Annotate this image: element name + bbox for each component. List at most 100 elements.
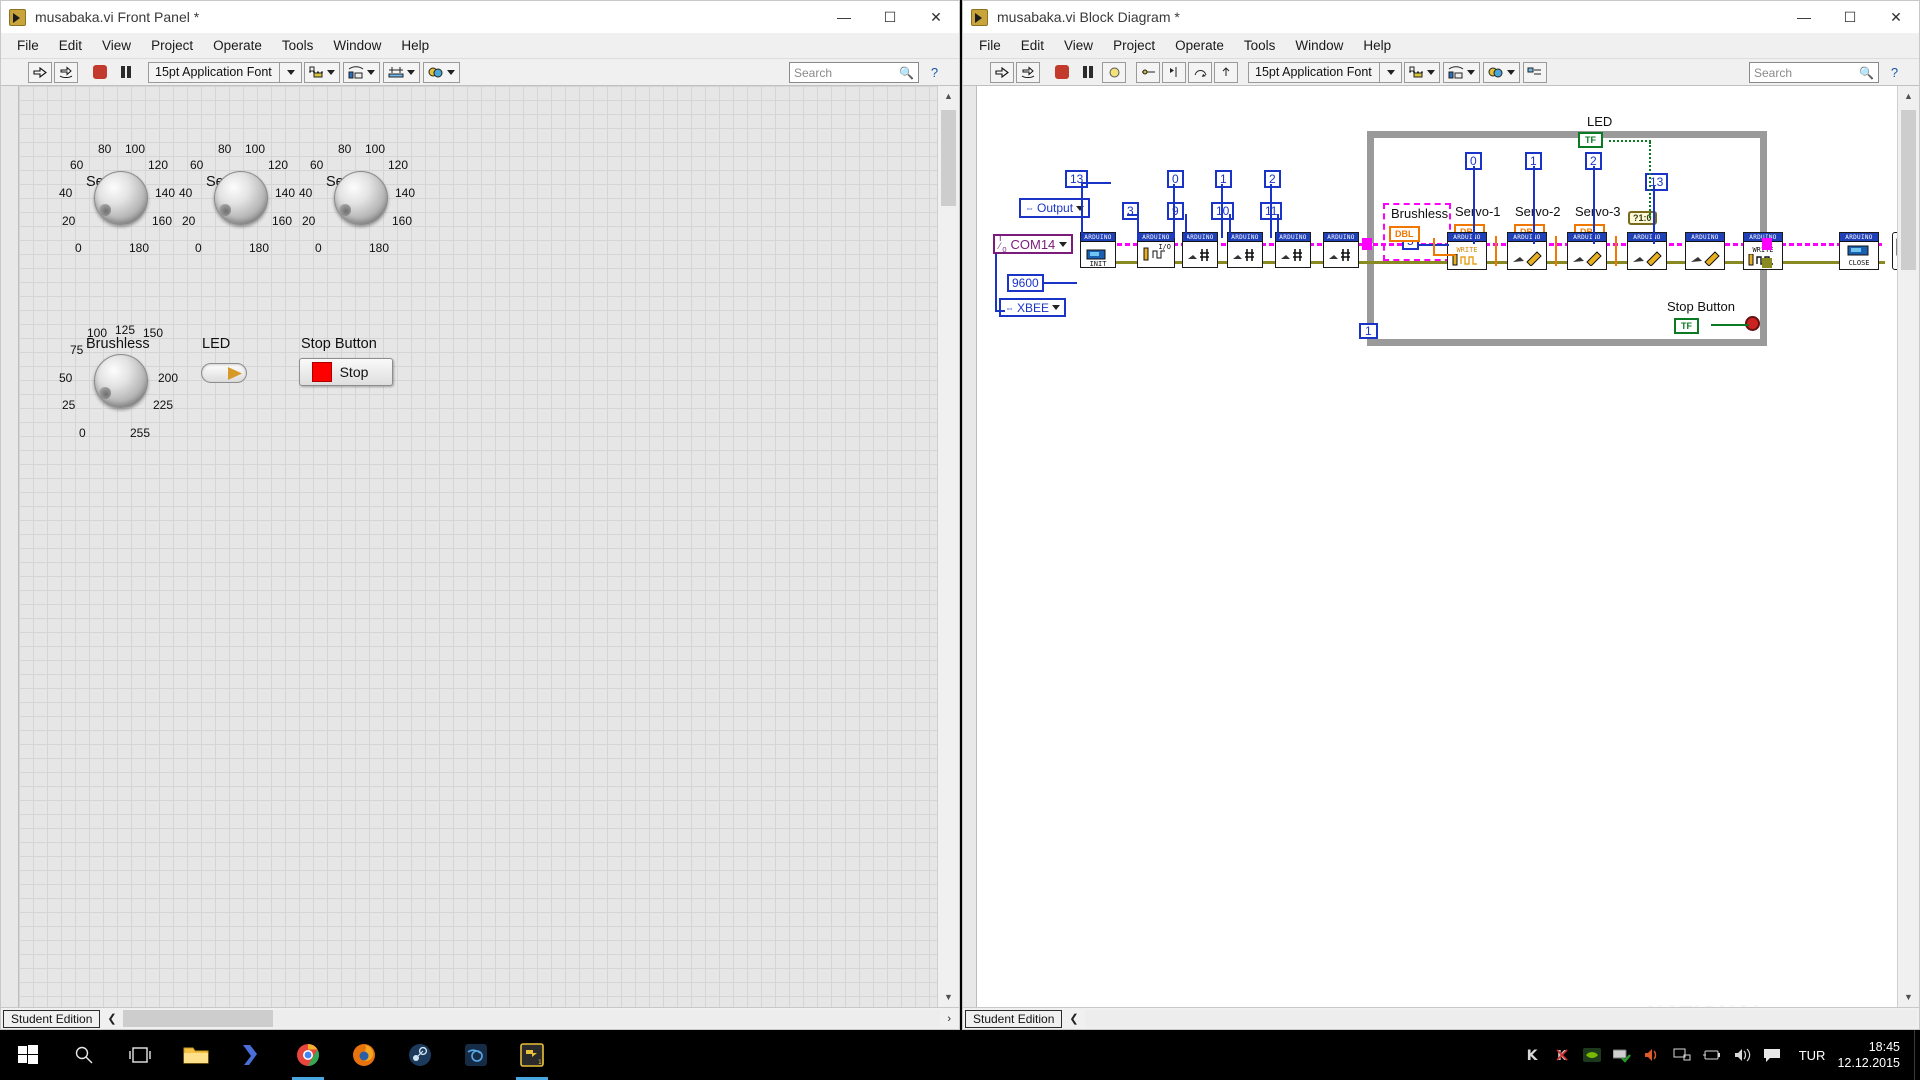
chevron-down-icon[interactable] [1059, 241, 1068, 247]
loop-iteration-constant[interactable]: 1 [1359, 323, 1378, 339]
labview-icon[interactable]: 14 [504, 1030, 560, 1080]
nvidia-icon[interactable] [1577, 1030, 1607, 1080]
google-chrome-icon[interactable] [280, 1030, 336, 1080]
brushless-terminal[interactable]: DBL [1389, 226, 1420, 242]
blender-icon[interactable] [448, 1030, 504, 1080]
front-panel-titlebar[interactable]: musabaka.vi Front Panel * — ☐ ✕ [1, 1, 959, 33]
kaspersky-shield-icon[interactable]: K [1547, 1030, 1577, 1080]
distribute-objects-icon[interactable] [342, 61, 380, 83]
menu-help[interactable]: Help [1353, 35, 1401, 56]
maximize-button[interactable]: ☐ [1827, 1, 1873, 33]
arduino-set-pin-d-node[interactable]: ARDUINO [1323, 232, 1359, 268]
windows-start-icon[interactable] [0, 1030, 56, 1080]
task-view-icon[interactable] [112, 1030, 168, 1080]
usb-safely-remove-icon[interactable] [1607, 1030, 1637, 1080]
menu-edit[interactable]: Edit [1011, 35, 1054, 56]
scroll-down-icon[interactable]: ▼ [1898, 987, 1919, 1007]
pause-icon[interactable] [114, 62, 138, 83]
step-over-icon[interactable] [1188, 61, 1212, 83]
mozilla-firefox-icon[interactable] [336, 1030, 392, 1080]
arduino-io-mode-node[interactable]: ARDUINO I/O [1137, 232, 1175, 268]
block-diagram-horizontal-scrollbar[interactable] [1084, 1010, 1917, 1027]
abort-execution-icon[interactable] [1050, 62, 1074, 83]
menu-project[interactable]: Project [141, 35, 203, 56]
baud-rate-constant[interactable]: 9600 [1007, 274, 1044, 292]
file-explorer-icon[interactable] [168, 1030, 224, 1080]
show-desktop-button[interactable] [1914, 1030, 1920, 1080]
menu-help[interactable]: Help [391, 35, 439, 56]
language-indicator[interactable]: TUR [1787, 1048, 1838, 1063]
reorder-objects-icon[interactable] [422, 61, 460, 83]
scrollbar-thumb[interactable] [1901, 110, 1916, 270]
align-objects-icon[interactable] [1403, 61, 1440, 83]
chevron-down-icon[interactable] [278, 61, 295, 83]
menu-file[interactable]: File [7, 35, 49, 56]
font-selector[interactable]: 15pt Application Font [148, 61, 302, 83]
menu-operate[interactable]: Operate [203, 35, 272, 56]
scroll-up-icon[interactable]: ▲ [1898, 86, 1919, 106]
io-mode-enum[interactable]: ⇔ Output [1019, 198, 1091, 218]
constant-9[interactable]: 9 [1167, 202, 1184, 220]
volume-mute-icon[interactable] [1637, 1030, 1667, 1080]
menu-operate[interactable]: Operate [1165, 35, 1234, 56]
stop-button[interactable]: Stop [299, 358, 393, 386]
menu-view[interactable]: View [92, 35, 141, 56]
front-panel-window[interactable]: musabaka.vi Front Panel * — ☐ ✕ File Edi… [0, 0, 960, 1030]
pause-icon[interactable] [1076, 62, 1100, 83]
arduino-set-pin-c-node[interactable]: ARDUINO [1275, 232, 1311, 268]
kaspersky-k-icon[interactable]: K [1517, 1030, 1547, 1080]
close-button[interactable]: ✕ [1873, 1, 1919, 33]
arduino-set-pin-a-node[interactable]: ARDUINO [1182, 232, 1218, 268]
init-pin-constant[interactable]: 13 [1065, 170, 1089, 188]
minimize-button[interactable]: — [1781, 1, 1827, 33]
scroll-down-icon[interactable]: ▼ [938, 987, 959, 1007]
battery-icon[interactable] [1697, 1030, 1727, 1080]
run-arrow-icon[interactable] [28, 61, 52, 83]
visa-resource-control[interactable]: I ⁄ 0 COM14 [993, 234, 1074, 254]
reorder-objects-icon[interactable] [1482, 61, 1520, 83]
clean-up-diagram-icon[interactable] [1522, 61, 1547, 83]
minimize-button[interactable]: — [821, 1, 867, 33]
block-diagram-window[interactable]: musabaka.vi Block Diagram * — ☐ ✕ File E… [962, 0, 1920, 1030]
yandex-browser-icon[interactable] [224, 1030, 280, 1080]
retain-wire-values-icon[interactable] [1136, 61, 1160, 83]
statusbar-collapse-icon[interactable]: ❮ [1069, 1012, 1078, 1025]
chevron-down-icon[interactable] [1052, 305, 1061, 310]
block-diagram-titlebar[interactable]: musabaka.vi Block Diagram * — ☐ ✕ [963, 1, 1919, 33]
search-icon[interactable]: 🔍 [899, 66, 914, 80]
network-icon[interactable] [1667, 1030, 1697, 1080]
search-input[interactable]: Search 🔍 [789, 62, 919, 83]
arduino-set-pin-b-node[interactable]: ARDUINO [1227, 232, 1263, 268]
menu-window[interactable]: Window [1285, 35, 1353, 56]
statusbar-collapse-icon[interactable]: ❮ [107, 1012, 116, 1025]
search-input[interactable]: Search 🔍 [1749, 62, 1879, 83]
block-diagram-vertical-scrollbar[interactable]: ▲ ▼ [1897, 86, 1919, 1007]
arduino-close-node[interactable]: ARDUINO CLOSE [1839, 232, 1879, 270]
menu-view[interactable]: View [1054, 35, 1103, 56]
arduino-servo-write-3-node[interactable]: ARDUINO [1627, 232, 1667, 270]
distribute-objects-icon[interactable] [1442, 61, 1480, 83]
board-type-enum[interactable]: ⇔ XBEE [999, 298, 1067, 317]
chevron-down-icon[interactable] [1378, 61, 1395, 83]
menu-tools[interactable]: Tools [272, 35, 324, 56]
context-help-icon[interactable]: ? [1884, 62, 1905, 83]
constant-2a[interactable]: 2 [1264, 170, 1281, 188]
arduino-digital-write-node[interactable]: ARDUINO [1685, 232, 1725, 270]
led-terminal[interactable]: TF [1578, 132, 1603, 148]
font-selector[interactable]: 15pt Application Font [1248, 61, 1402, 83]
brushless-knob[interactable] [94, 354, 148, 408]
scroll-up-icon[interactable]: ▲ [938, 86, 959, 106]
align-objects-icon[interactable] [303, 61, 340, 83]
menu-file[interactable]: File [969, 35, 1011, 56]
menu-tools[interactable]: Tools [1234, 35, 1286, 56]
steam-icon[interactable] [392, 1030, 448, 1080]
speaker-icon[interactable] [1727, 1030, 1757, 1080]
statusbar-expand-icon[interactable]: › [947, 1013, 951, 1025]
highlight-execution-icon[interactable] [1102, 61, 1126, 83]
menu-window[interactable]: Window [323, 35, 391, 56]
servo1-knob[interactable] [94, 171, 148, 225]
arduino-pwm-write-node[interactable]: ARDUINO WRITE [1447, 232, 1487, 270]
run-continuously-icon[interactable] [54, 61, 78, 83]
arduino-init-node[interactable]: ARDUINO INIT [1080, 232, 1116, 268]
taskbar-clock[interactable]: 18:45 12.12.2015 [1837, 1039, 1914, 1071]
